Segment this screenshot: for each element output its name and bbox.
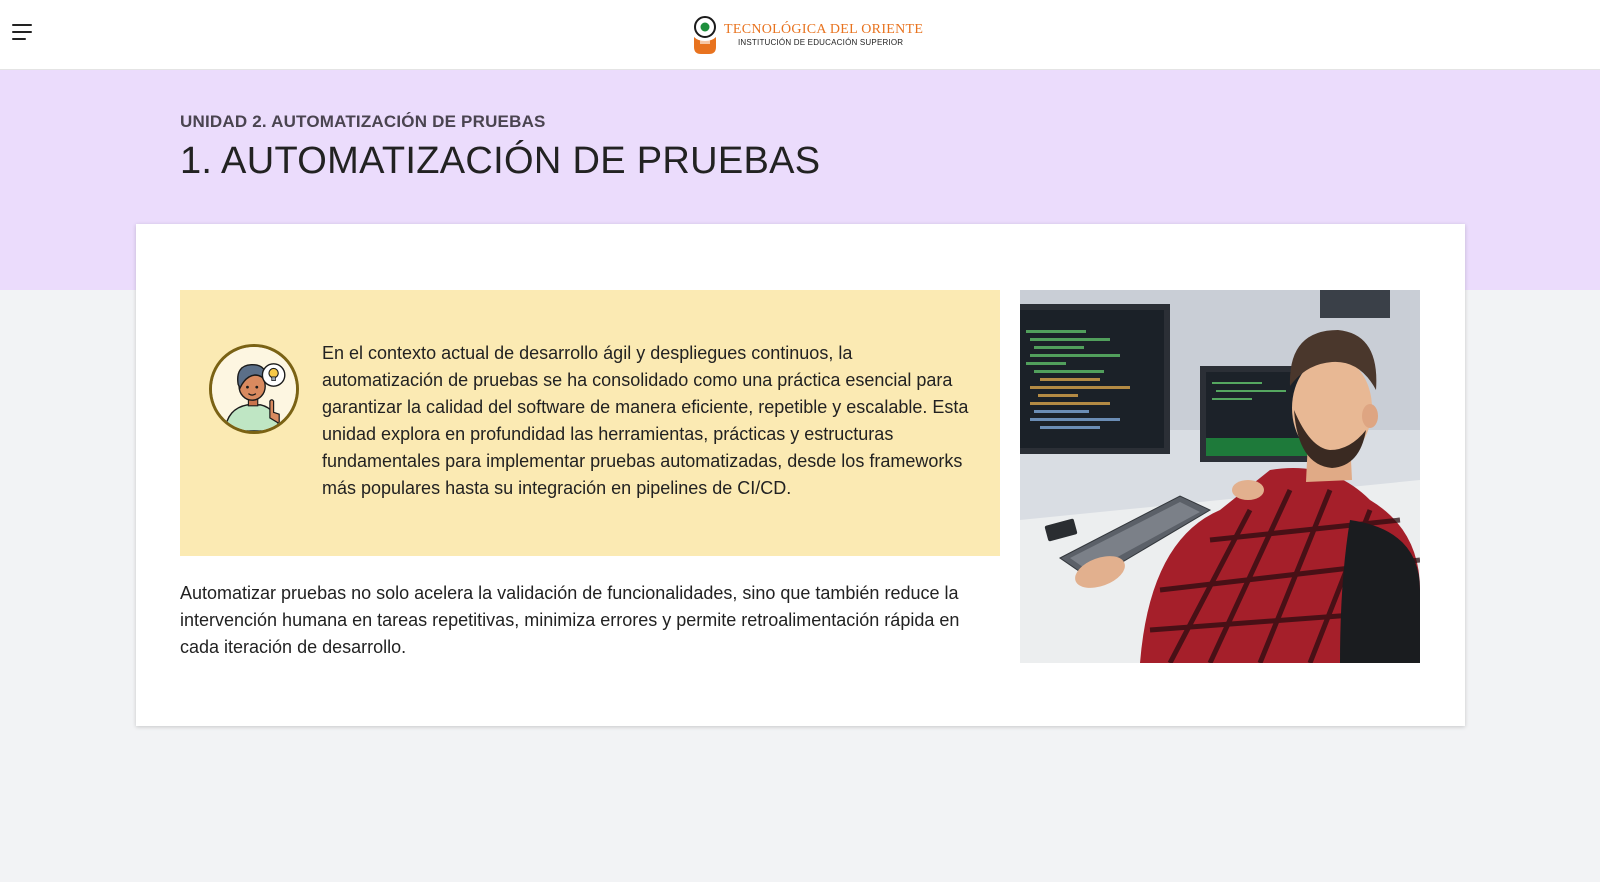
logo-name: TECNOLÓGICA DEL ORIENTE	[724, 22, 924, 37]
content-card: En el contexto actual de desarrollo ágil…	[136, 224, 1465, 726]
page-title: 1. AUTOMATIZACIÓN DE PRUEBAS	[180, 140, 821, 182]
logo[interactable]: TECNOLÓGICA DEL ORIENTE INSTITUCIÓN DE E…	[692, 14, 932, 56]
callout-box: En el contexto actual de desarrollo ágil…	[180, 290, 1000, 556]
body-paragraph: Automatizar pruebas no solo acelera la v…	[180, 583, 960, 657]
unit-label: UNIDAD 2. AUTOMATIZACIÓN DE PRUEBAS	[180, 112, 546, 131]
developer-at-computer-photo	[1020, 290, 1420, 663]
logo-subtitle: INSTITUCIÓN DE EDUCACIÓN SUPERIOR	[738, 38, 904, 47]
top-bar: TECNOLÓGICA DEL ORIENTE INSTITUCIÓN DE E…	[0, 0, 1600, 70]
callout-text: En el contexto actual de desarrollo ágil…	[322, 343, 969, 498]
hamburger-menu-icon[interactable]	[12, 24, 36, 46]
idea-person-avatar-icon	[209, 344, 299, 434]
logo-mark-icon	[694, 16, 716, 54]
